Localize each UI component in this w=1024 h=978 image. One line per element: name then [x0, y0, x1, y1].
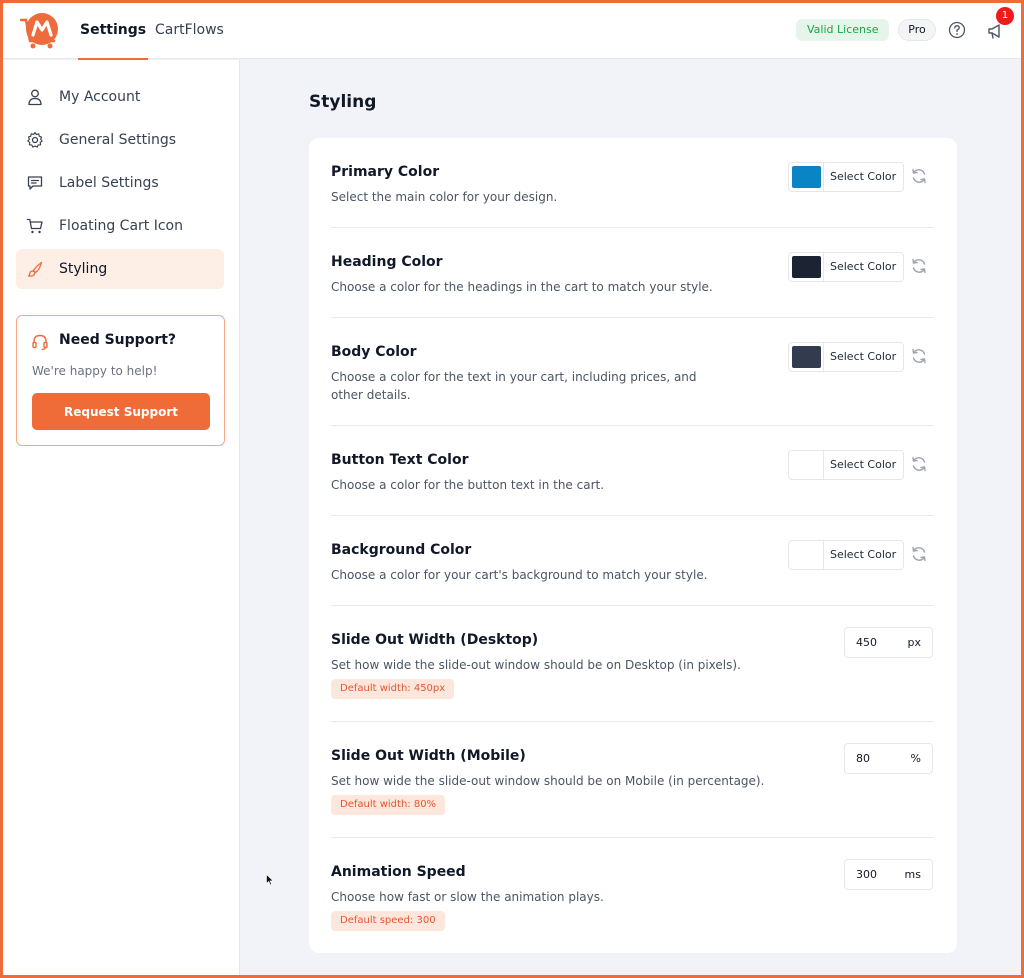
- notification-count-badge[interactable]: 1: [996, 7, 1014, 25]
- color-picker-body[interactable]: Select Color: [788, 342, 904, 372]
- setting-description: Set how wide the slide-out window should…: [331, 658, 741, 672]
- sidebar-item-label: Styling: [59, 261, 108, 277]
- unit-label: px: [907, 636, 922, 649]
- sidebar-item-label: Floating Cart Icon: [59, 218, 183, 234]
- message-icon: [27, 176, 43, 190]
- color-picker-heading[interactable]: Select Color: [788, 252, 904, 282]
- headset-icon: [32, 334, 48, 351]
- setting-row-heading-color: Heading Color Choose a color for the hea…: [331, 228, 934, 318]
- select-color-label[interactable]: Select Color: [830, 253, 896, 281]
- divider: [823, 163, 824, 191]
- page-title: Styling: [309, 92, 377, 112]
- animation-speed-input[interactable]: 300 ms: [844, 859, 933, 890]
- color-swatch[interactable]: [792, 256, 821, 278]
- default-value-badge: Default width: 450px: [331, 679, 455, 699]
- divider: [823, 451, 824, 479]
- input-value[interactable]: 300: [856, 860, 877, 889]
- support-title: Need Support?: [59, 332, 177, 348]
- setting-description: Choose how fast or slow the animation pl…: [331, 890, 604, 904]
- default-value-badge: Default speed: 300: [331, 911, 445, 931]
- reset-icon[interactable]: [910, 347, 928, 365]
- input-value[interactable]: 80: [856, 744, 870, 773]
- setting-row-slide-out-width-mobile: Slide Out Width (Mobile) Set how wide th…: [331, 722, 934, 838]
- setting-label: Heading Color: [331, 254, 443, 270]
- unit-label: ms: [904, 868, 921, 881]
- reset-icon[interactable]: [910, 545, 928, 563]
- setting-label: Slide Out Width (Mobile): [331, 748, 526, 764]
- input-value[interactable]: 450: [856, 628, 877, 657]
- color-picker-primary[interactable]: Select Color: [788, 162, 904, 192]
- app-window: Settings CartFlows Valid License Pro 1 M…: [0, 0, 1024, 978]
- setting-description: Choose a color for the button text in th…: [331, 478, 605, 492]
- setting-description: Choose a color for the text in your cart…: [331, 370, 697, 402]
- gear-icon: [27, 131, 43, 148]
- sidebar-item-general-settings[interactable]: General Settings: [16, 120, 224, 160]
- sidebar-item-label: My Account: [59, 89, 141, 105]
- reset-icon[interactable]: [910, 257, 928, 275]
- color-swatch[interactable]: [792, 454, 821, 476]
- select-color-label[interactable]: Select Color: [830, 451, 896, 479]
- color-picker-button-text[interactable]: Select Color: [788, 450, 904, 480]
- request-support-button[interactable]: Request Support: [32, 393, 210, 430]
- sidebar-item-floating-cart-icon[interactable]: Floating Cart Icon: [16, 206, 224, 246]
- color-swatch[interactable]: [792, 166, 821, 188]
- reset-icon[interactable]: [910, 167, 928, 185]
- reset-icon[interactable]: [910, 455, 928, 473]
- tab-cartflows[interactable]: CartFlows: [155, 3, 224, 59]
- sidebar: My Account General Settings Label Settin…: [3, 60, 240, 975]
- styling-settings-card: Primary Color Select the main color for …: [309, 138, 957, 953]
- sidebar-item-my-account[interactable]: My Account: [16, 77, 224, 117]
- setting-label: Button Text Color: [331, 452, 469, 468]
- color-picker-background[interactable]: Select Color: [788, 540, 904, 570]
- setting-label: Primary Color: [331, 164, 440, 180]
- default-value-badge: Default width: 80%: [331, 795, 446, 815]
- select-color-label[interactable]: Select Color: [830, 541, 896, 569]
- support-card: Need Support? We're happy to help! Reque…: [16, 315, 225, 446]
- select-color-label[interactable]: Select Color: [830, 343, 896, 371]
- cart-icon: [26, 218, 43, 234]
- unit-label: %: [910, 752, 921, 765]
- brush-icon: [27, 261, 43, 277]
- sidebar-item-label: General Settings: [59, 132, 177, 148]
- license-status-badge: Valid License: [796, 19, 890, 41]
- plan-badge: Pro: [898, 19, 936, 41]
- sidebar-item-label: Label Settings: [59, 175, 159, 191]
- tab-settings[interactable]: Settings: [77, 3, 149, 60]
- setting-description: Choose a color for your cart's backgroun…: [331, 568, 708, 582]
- app-logo[interactable]: [20, 11, 60, 51]
- setting-description: Select the main color for your design.: [331, 190, 558, 204]
- setting-row-body-color: Body Color Choose a color for the text i…: [331, 318, 934, 426]
- setting-row-primary-color: Primary Color Select the main color for …: [331, 138, 934, 228]
- divider: [823, 343, 824, 371]
- setting-label: Animation Speed: [331, 864, 466, 880]
- setting-row-background-color: Background Color Choose a color for your…: [331, 516, 934, 606]
- color-swatch[interactable]: [792, 346, 821, 368]
- top-header: Settings CartFlows Valid License Pro 1: [3, 3, 1021, 60]
- select-color-label[interactable]: Select Color: [830, 163, 896, 191]
- setting-label: Body Color: [331, 344, 417, 360]
- divider: [823, 541, 824, 569]
- help-icon[interactable]: [948, 21, 966, 39]
- setting-label: Background Color: [331, 542, 472, 558]
- mouse-cursor-icon: [266, 874, 274, 886]
- desktop-width-input[interactable]: 450 px: [844, 627, 933, 658]
- support-subtitle: We're happy to help!: [32, 364, 158, 378]
- sidebar-item-styling[interactable]: Styling: [16, 249, 224, 289]
- setting-row-slide-out-width-desktop: Slide Out Width (Desktop) Set how wide t…: [331, 606, 934, 722]
- user-icon: [28, 89, 42, 106]
- setting-description: Choose a color for the headings in the c…: [331, 280, 713, 294]
- setting-row-animation-speed: Animation Speed Choose how fast or slow …: [331, 838, 934, 953]
- setting-row-button-text-color: Button Text Color Choose a color for the…: [331, 426, 934, 516]
- color-swatch[interactable]: [792, 544, 821, 566]
- sidebar-item-label-settings[interactable]: Label Settings: [16, 163, 224, 203]
- setting-description: Set how wide the slide-out window should…: [331, 774, 765, 788]
- mobile-width-input[interactable]: 80 %: [844, 743, 933, 774]
- divider: [823, 253, 824, 281]
- setting-label: Slide Out Width (Desktop): [331, 632, 539, 648]
